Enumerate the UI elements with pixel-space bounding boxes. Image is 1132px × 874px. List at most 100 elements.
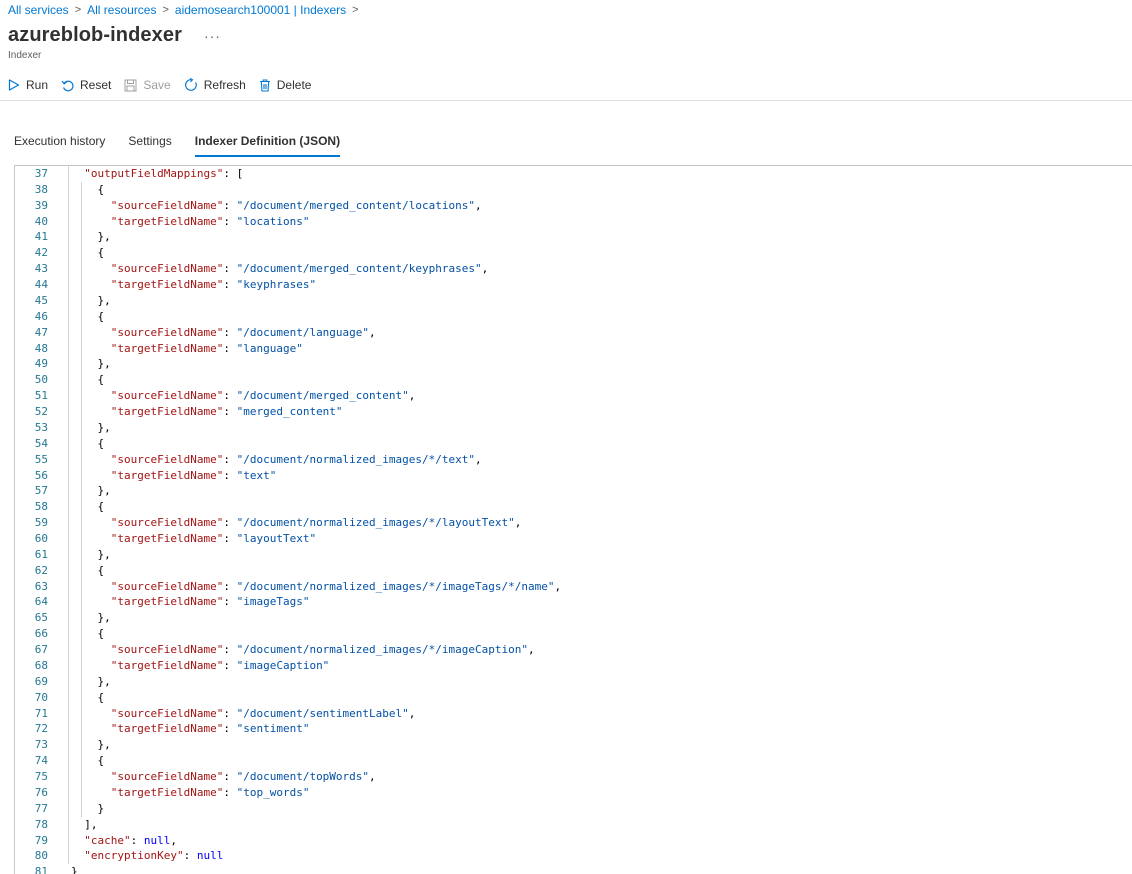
json-object-open: 46 { [15, 309, 1132, 325]
code-text: "cache": null, [84, 833, 177, 847]
line-number: 70 [34, 690, 48, 704]
code-text: { [71, 690, 105, 704]
code-text: "targetFieldName": "top_words" [110, 785, 310, 799]
refresh-button[interactable]: Refresh [184, 78, 246, 92]
code-text: "sourceFieldName": "/document/normalized… [110, 516, 522, 530]
code-text: "targetFieldName": "language" [110, 341, 303, 355]
line-number: 57 [34, 484, 48, 498]
json-target-field: 52 "targetFieldName": "merged_content" [15, 404, 1132, 420]
reset-button[interactable]: Reset [61, 78, 111, 92]
tab-execution-history[interactable]: Execution history [14, 134, 105, 157]
line-number: 44 [34, 278, 48, 292]
trash-icon [259, 78, 270, 92]
json-editor[interactable]: 37 "outputFieldMappings": [38 {39 "sourc… [14, 165, 1132, 874]
line-number: 38 [34, 182, 48, 196]
json-object-close: 53 }, [15, 420, 1132, 436]
json-target-field: 68 "targetFieldName": "imageCaption" [15, 658, 1132, 674]
json-object-close: 69 }, [15, 674, 1132, 690]
json-source-field: 71 "sourceFieldName": "/document/sentime… [15, 706, 1132, 722]
json-object-close: 65 }, [15, 610, 1132, 626]
indent-guide [68, 166, 69, 865]
indent-guide [81, 181, 82, 817]
code-text: { [71, 246, 105, 260]
breadcrumb-all-resources[interactable]: All resources [87, 3, 156, 17]
more-options-button[interactable]: ··· [204, 28, 221, 44]
line-number: 58 [34, 500, 48, 514]
json-object-open: 42 { [15, 245, 1132, 261]
json-source-field: 47 "sourceFieldName": "/document/languag… [15, 325, 1132, 341]
code-text: "sourceFieldName": "/document/merged_con… [110, 198, 482, 212]
code-text: { [71, 563, 105, 577]
save-label: Save [143, 78, 171, 92]
line-number: 37 [34, 167, 48, 180]
code-text: "encryptionKey": null [84, 849, 224, 863]
json-object-open: 70 { [15, 690, 1132, 706]
code-text: }, [71, 738, 111, 752]
run-label: Run [26, 78, 49, 92]
page-subtitle: Indexer [8, 50, 42, 61]
tab-indexer-definition-json[interactable]: Indexer Definition (JSON) [194, 134, 341, 157]
line-number: 73 [34, 738, 48, 752]
delete-label: Delete [276, 78, 312, 92]
delete-button[interactable]: Delete [259, 78, 312, 92]
code-text: "sourceFieldName": "/document/sentimentL… [110, 706, 416, 720]
refresh-icon [184, 78, 197, 91]
chevron-right-icon: > [352, 4, 359, 16]
line-number: 72 [34, 722, 48, 736]
code-text: { [71, 309, 105, 323]
line-number: 67 [34, 643, 48, 657]
refresh-label: Refresh [203, 78, 246, 92]
line-number: 46 [34, 309, 48, 323]
line-number: 53 [34, 420, 48, 434]
tab-settings[interactable]: Settings [128, 134, 171, 157]
code-text: "sourceFieldName": "/document/merged_con… [110, 262, 489, 276]
line-number: 49 [34, 357, 48, 371]
line-number: 47 [34, 325, 48, 339]
json-source-field: 51 "sourceFieldName": "/document/merged_… [15, 388, 1132, 404]
run-button[interactable]: Run [8, 78, 48, 92]
breadcrumb-all-services[interactable]: All services [8, 3, 69, 17]
line-number: 62 [34, 563, 48, 577]
json-target-field: 44 "targetFieldName": "keyphrases" [15, 277, 1132, 293]
json-object-open: 74 { [15, 753, 1132, 769]
code-text: "targetFieldName": "keyphrases" [110, 278, 317, 292]
code-text: }, [71, 230, 111, 244]
line-number: 68 [34, 658, 48, 672]
code-text: "targetFieldName": "locations" [110, 214, 310, 228]
code-text: "sourceFieldName": "/document/language", [110, 325, 376, 339]
json-source-field: 59 "sourceFieldName": "/document/normali… [15, 515, 1132, 531]
code-text: "targetFieldName": "imageTags" [110, 595, 310, 609]
code-text: "sourceFieldName": "/document/normalized… [110, 643, 535, 657]
line-number: 78 [34, 817, 48, 831]
code-text: }, [71, 547, 111, 561]
toolbar-divider [0, 100, 1132, 101]
json-target-field: 60 "targetFieldName": "layoutText" [15, 531, 1132, 547]
code-text: "targetFieldName": "layoutText" [110, 532, 317, 545]
line-number: 75 [34, 770, 48, 784]
line-number: 45 [34, 293, 48, 307]
line-number: 61 [34, 547, 48, 561]
line-number: 66 [34, 627, 48, 641]
save-button[interactable]: Save [124, 78, 171, 92]
line-number: 50 [34, 373, 48, 387]
code-text: "targetFieldName": "text" [110, 468, 277, 482]
line-number: 59 [34, 516, 48, 530]
title-row: azureblob-indexer ··· [8, 24, 221, 47]
code-text: "targetFieldName": "imageCaption" [110, 658, 330, 672]
line-number: 79 [34, 833, 48, 847]
code-text: ], [71, 817, 98, 831]
code-text: "targetFieldName": "sentiment" [110, 722, 310, 736]
json-object-close: 49 }, [15, 356, 1132, 372]
breadcrumb-indexers[interactable]: aidemosearch100001 | Indexers [175, 3, 346, 17]
json-target-field: 56 "targetFieldName": "text" [15, 468, 1132, 484]
code-text: "sourceFieldName": "/document/normalized… [110, 452, 482, 466]
line-number: 69 [34, 674, 48, 688]
json-target-field: 76 "targetFieldName": "top_words" [15, 785, 1132, 801]
code-text: }, [71, 674, 111, 688]
code-text: } [71, 801, 105, 815]
chevron-right-icon: > [74, 4, 82, 16]
command-bar: Run Reset Save Refresh Delete [8, 75, 324, 95]
code-text: { [71, 754, 105, 768]
json-target-field: 40 "targetFieldName": "locations" [15, 214, 1132, 230]
line-number: 60 [34, 532, 48, 545]
